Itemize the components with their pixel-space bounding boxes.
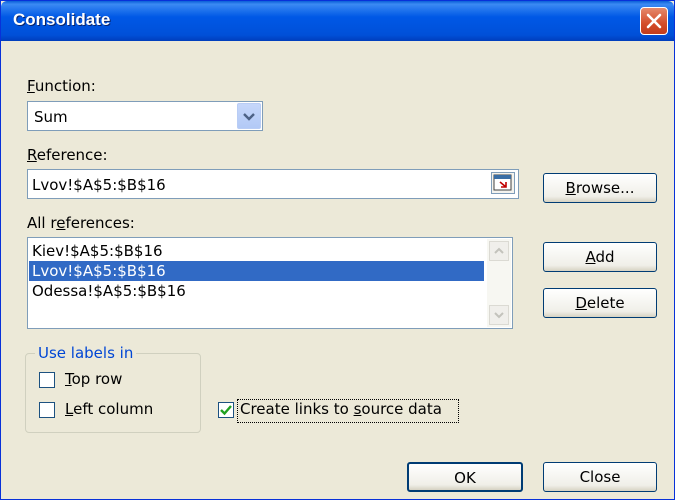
collapse-dialog-icon [493, 174, 512, 191]
reference-label: Reference: [27, 146, 108, 164]
list-item[interactable]: Odessa!$A$5:$B$16 [29, 281, 484, 301]
scroll-up-icon [494, 247, 504, 254]
reference-label-rest: eference: [36, 146, 108, 164]
browse-button[interactable]: Browse... [543, 173, 657, 203]
collapse-dialog-button[interactable] [491, 172, 515, 194]
function-value: Sum [34, 108, 68, 126]
top-row-checkbox[interactable] [39, 372, 55, 388]
ok-button-label: OK [454, 469, 476, 487]
browse-button-label: Browse... [565, 179, 635, 197]
close-button-label: Close [579, 468, 621, 486]
delete-button-label: Delete [575, 294, 625, 312]
scroll-up-button[interactable] [489, 241, 509, 261]
all-references-list[interactable]: Kiev!$A$5:$B$16 Lvov!$A$5:$B$16 Odessa!$… [27, 237, 513, 329]
close-icon [646, 13, 662, 29]
left-column-checkbox[interactable] [39, 402, 55, 418]
create-links-label[interactable]: Create links to source data [240, 400, 442, 418]
delete-button[interactable]: Delete [543, 288, 657, 318]
use-labels-group [25, 353, 201, 433]
reference-input[interactable]: Lvov!$A$5:$B$16 [27, 169, 519, 199]
function-dropdown-button[interactable] [237, 103, 261, 129]
window-title: Consolidate [13, 10, 111, 29]
use-labels-legend: Use labels in [35, 344, 137, 362]
add-button[interactable]: Add [543, 242, 657, 272]
left-column-label[interactable]: Left column [65, 400, 153, 418]
add-button-label: Add [585, 248, 615, 266]
consolidate-dialog: Consolidate Function: Sum Reference: Lvo… [0, 0, 675, 500]
checkmark-icon [220, 405, 232, 416]
close-window-button[interactable] [640, 7, 668, 35]
list-item[interactable]: Kiev!$A$5:$B$16 [29, 241, 484, 261]
function-select[interactable]: Sum [27, 101, 263, 131]
all-references-label: All references: [27, 214, 135, 232]
create-links-checkbox[interactable] [218, 402, 234, 418]
title-bar[interactable]: Consolidate [1, 1, 674, 41]
chevron-down-icon [243, 113, 255, 121]
function-label: Function: [27, 77, 96, 95]
list-item-selected[interactable]: Lvov!$A$5:$B$16 [29, 261, 484, 281]
reference-value: Lvov!$A$5:$B$16 [32, 176, 166, 194]
list-scrollbar[interactable] [487, 239, 511, 327]
scroll-down-icon [494, 312, 504, 319]
ok-button[interactable]: OK [407, 462, 523, 492]
scroll-down-button[interactable] [489, 305, 509, 325]
top-row-label[interactable]: Top row [65, 370, 122, 388]
function-label-rest: unction: [34, 77, 96, 95]
close-button[interactable]: Close [543, 462, 657, 492]
